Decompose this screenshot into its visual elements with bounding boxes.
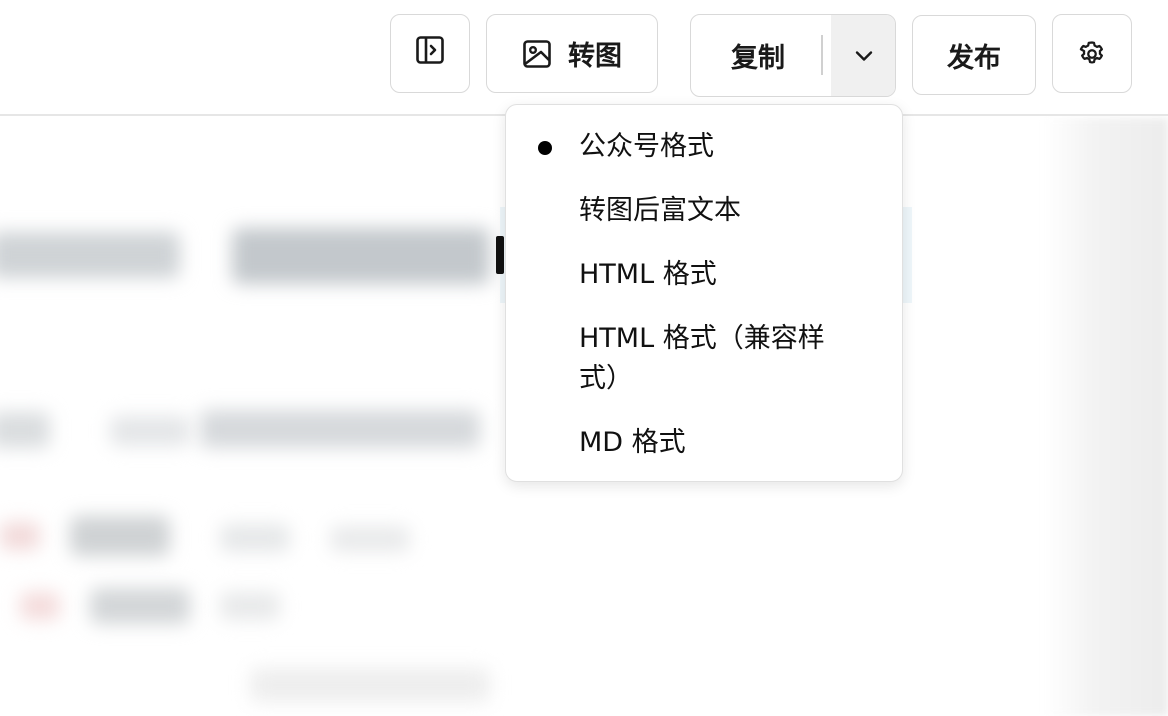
publish-button-label: 发布 xyxy=(947,42,1001,74)
copy-format-dropdown-button[interactable] xyxy=(831,15,895,96)
copy-format-menu: 公众号格式 转图后富文本 HTML 格式 HTML 格式（兼容样式） MD 格式 xyxy=(505,104,903,482)
copy-split-button: 复制 xyxy=(690,14,896,97)
blurred-text-line-3 xyxy=(200,410,480,448)
menu-item-label: 公众号格式 xyxy=(579,131,714,162)
blurred-text-line-11 xyxy=(250,668,490,702)
settings-button[interactable] xyxy=(1052,14,1132,93)
image-icon xyxy=(522,39,552,69)
blurred-text-line-4 xyxy=(0,522,40,550)
blurred-text-line-5 xyxy=(70,516,170,556)
blurred-text-line-7 xyxy=(330,526,410,552)
sidebar-toggle-button[interactable] xyxy=(390,14,470,93)
selected-dot-icon xyxy=(538,141,552,155)
blurred-text-line-6 xyxy=(220,524,290,552)
preview-scroll-area xyxy=(1044,118,1168,716)
chevron-down-icon xyxy=(852,44,876,68)
preview-text-fragment xyxy=(496,236,504,274)
blurred-heading-2 xyxy=(232,228,490,284)
menu-item-label: 转图后富文本 xyxy=(579,195,741,226)
blurred-text-line-1 xyxy=(0,412,50,448)
menu-item-html-compatible-format[interactable]: HTML 格式（兼容样式） xyxy=(506,319,902,399)
publish-button[interactable]: 发布 xyxy=(912,15,1036,95)
copy-button[interactable]: 复制 xyxy=(691,15,817,96)
sidebar-toggle-icon xyxy=(415,35,445,72)
menu-item-label: MD 格式 xyxy=(579,427,686,458)
copy-button-label: 复制 xyxy=(731,43,785,74)
editor-page: 转图 复制 发布 公众号格式 转图后富文本 HTML 格式 HTML 格式（兼容… xyxy=(0,0,1168,716)
convert-button-label: 转图 xyxy=(568,41,622,72)
gear-icon xyxy=(1077,39,1107,69)
copy-split-divider xyxy=(821,35,823,75)
menu-item-label: HTML 格式 xyxy=(579,259,717,290)
menu-item-label: HTML 格式（兼容样式） xyxy=(579,323,825,394)
blurred-text-line-10 xyxy=(220,592,280,620)
blurred-heading-1 xyxy=(0,232,180,278)
top-toolbar: 转图 复制 发布 xyxy=(0,0,1168,116)
blurred-text-line-8 xyxy=(20,592,60,620)
blurred-text-line-2 xyxy=(110,416,190,446)
convert-to-image-button[interactable]: 转图 xyxy=(486,14,658,93)
blurred-text-line-9 xyxy=(90,588,190,624)
